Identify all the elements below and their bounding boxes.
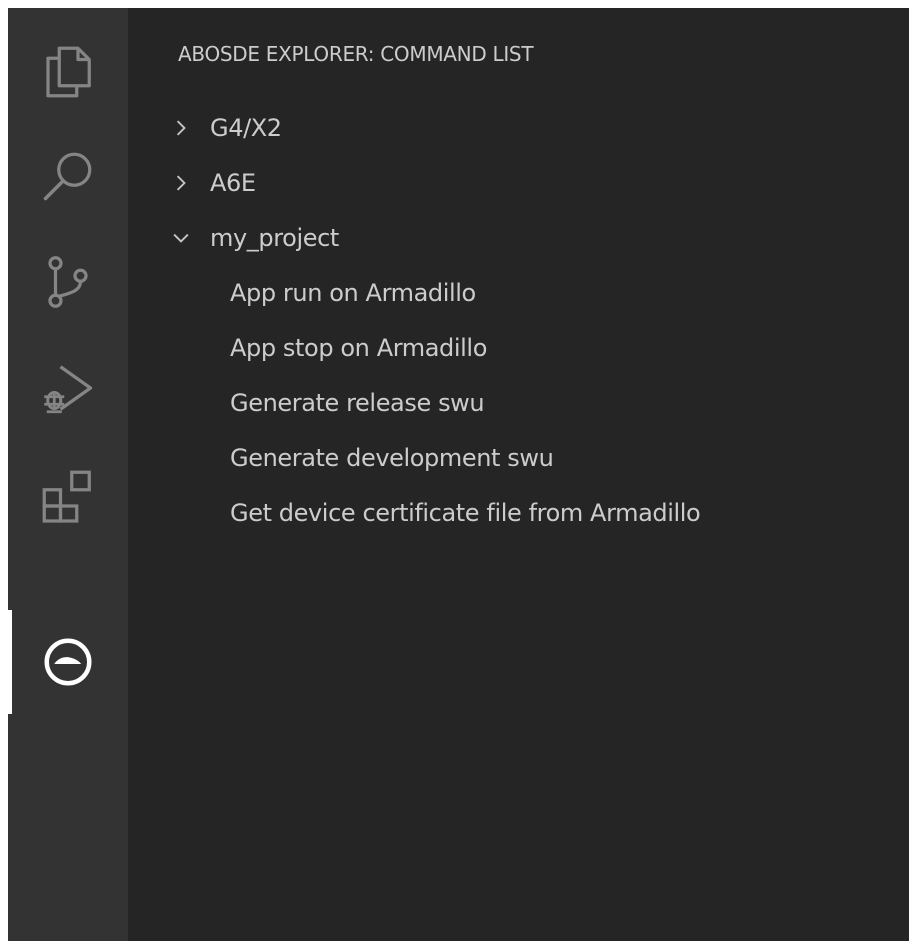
view-title: ABOSDE EXPLORER: COMMAND LIST [178,42,534,66]
command-generate-release-swu[interactable]: Generate release swu [128,376,909,430]
chevron-right-icon [168,101,194,155]
activity-source-control[interactable] [8,230,128,334]
command-app-stop[interactable]: App stop on Armadillo [128,321,909,375]
command-get-device-certificate[interactable]: Get device certificate file from Armadil… [128,486,909,540]
search-icon [43,152,92,201]
activity-abosde[interactable] [8,610,128,714]
source-control-icon [48,256,88,308]
tree-node-a6e[interactable]: A6E [128,156,909,210]
command-label: Generate release swu [230,389,485,417]
activity-explorer[interactable] [8,20,128,124]
tree-node-label: my_project [210,224,339,252]
vscode-window: ABOSDE EXPLORER: COMMAND LIST G4/X2 A6E … [8,8,909,941]
activity-search[interactable] [8,124,128,228]
command-label: App run on Armadillo [230,279,476,307]
command-label: Get device certificate file from Armadil… [230,499,701,527]
chevron-right-icon [168,156,194,210]
chevron-down-icon [168,211,194,265]
tree-node-label: A6E [210,169,256,197]
tree-node-g4-x2[interactable]: G4/X2 [128,101,909,155]
activity-extensions[interactable] [8,444,128,548]
command-generate-development-swu[interactable]: Generate development swu [128,431,909,485]
command-app-run[interactable]: App run on Armadillo [128,266,909,320]
command-label: App stop on Armadillo [230,334,487,362]
abosde-extension-icon [44,638,92,686]
tree-node-label: G4/X2 [210,114,282,142]
explorer-files-icon [46,46,91,98]
command-label: Generate development swu [230,444,554,472]
run-and-debug-icon [44,365,93,414]
sidebar: ABOSDE EXPLORER: COMMAND LIST G4/X2 A6E … [128,8,909,941]
activity-bar [8,8,128,941]
extensions-icon [42,470,91,523]
activity-run-debug[interactable] [8,336,128,440]
tree-node-my-project[interactable]: my_project [128,211,909,265]
